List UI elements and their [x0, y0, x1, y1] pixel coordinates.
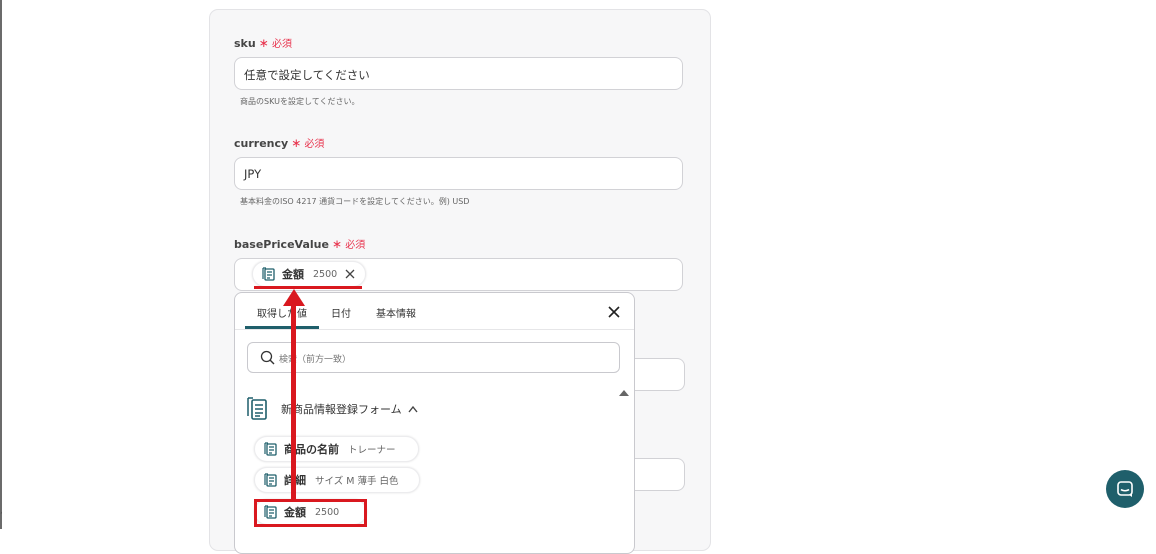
list-item[interactable]: 商品の名前 トレーナー	[254, 436, 419, 462]
base-price-value-label: basePriceValue ∗ 必須	[234, 237, 366, 251]
form-icon	[247, 397, 267, 420]
base-price-token[interactable]: 金額 2500	[252, 261, 366, 287]
active-tab-indicator	[245, 326, 319, 329]
chat-icon	[1117, 481, 1133, 497]
sku-help-text: 商品のSKUを設定してください。	[240, 97, 360, 106]
form-value-icon	[264, 442, 277, 456]
search-input[interactable]: 検索（前方一致）	[247, 342, 620, 373]
tab-acquired-values[interactable]: 取得した値	[257, 305, 307, 320]
currency-help-text: 基本料金のISO 4217 通貨コードを設定してください。例) USD	[240, 197, 470, 206]
scroll-up-arrow[interactable]	[619, 390, 629, 396]
hidden-field-input[interactable]	[633, 358, 685, 391]
form-group-header[interactable]: 新商品情報登録フォーム	[247, 397, 418, 421]
currency-input[interactable]: JPY	[234, 157, 683, 190]
remove-token-icon[interactable]	[345, 269, 355, 279]
highlight-underline	[254, 286, 362, 289]
chevron-up-icon	[408, 405, 418, 413]
sku-label: sku ∗ 必須	[234, 36, 292, 50]
currency-label: currency ∗ 必須	[234, 136, 325, 150]
form-value-icon	[262, 267, 275, 281]
currency-input-value: JPY	[244, 167, 262, 181]
search-placeholder: 検索（前方一致）	[279, 355, 352, 365]
annotation-arrow	[291, 303, 296, 500]
sku-input[interactable]: 任意で設定してください	[234, 57, 683, 90]
sku-input-value: 任意で設定してください	[244, 68, 370, 82]
tab-basic-info[interactable]: 基本情報	[376, 305, 416, 320]
required-badge: ∗ 必須	[331, 237, 366, 251]
highlight-box	[254, 499, 367, 527]
tab-date[interactable]: 日付	[331, 305, 351, 320]
close-icon[interactable]	[607, 305, 621, 319]
search-icon	[260, 350, 275, 365]
annotation-arrow-head	[283, 289, 305, 306]
window-left-border	[0, 0, 2, 529]
list-item[interactable]: 詳細 サイズ M 薄手 白色	[254, 467, 420, 493]
hidden-field-input[interactable]	[633, 458, 685, 491]
chat-help-button[interactable]	[1106, 470, 1144, 508]
required-badge: ∗ 必須	[258, 36, 292, 50]
form-value-icon	[264, 473, 277, 487]
required-badge: ∗ 必須	[291, 136, 325, 150]
left-edge-mark: ,	[0, 506, 3, 516]
